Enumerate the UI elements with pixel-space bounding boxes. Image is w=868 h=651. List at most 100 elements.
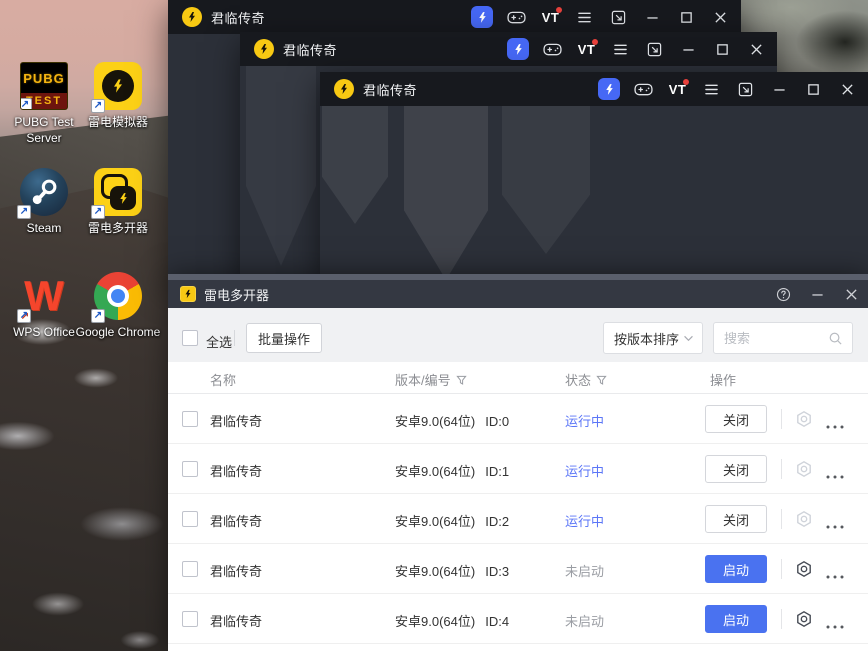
- instance-settings-icon[interactable]: [795, 460, 813, 481]
- emulator-titlebar[interactable]: 君临传奇 VT: [240, 32, 777, 66]
- gamepad-icon[interactable]: [542, 38, 563, 60]
- boost-icon[interactable]: [507, 38, 529, 60]
- manager-titlebar[interactable]: 雷电多开器: [168, 280, 868, 308]
- close-button[interactable]: [837, 78, 858, 100]
- divider: [781, 509, 782, 529]
- desktop-icon-ldplayer[interactable]: ↗ 雷电模拟器: [74, 62, 162, 131]
- menu-icon[interactable]: [701, 78, 722, 100]
- minimize-button[interactable]: [769, 78, 790, 100]
- instance-name: 君临传奇: [210, 514, 263, 529]
- instance-status: 未启动: [565, 564, 605, 579]
- desktop-icon-google-chrome[interactable]: ↗ Google Chrome: [74, 272, 162, 341]
- filter-icon[interactable]: [596, 375, 607, 386]
- boost-icon[interactable]: [471, 6, 493, 28]
- vt-indicator[interactable]: VT: [576, 38, 598, 60]
- instance-version: 安卓9.0(64位) ID:2: [395, 514, 510, 529]
- instance-version: 安卓9.0(64位) ID:0: [395, 414, 510, 429]
- emulator-titlebar[interactable]: 君临传奇 VT: [168, 0, 741, 34]
- maximize-button[interactable]: [803, 78, 824, 100]
- emulator-titlebar[interactable]: 君临传奇 VT: [320, 72, 868, 106]
- search-input[interactable]: [714, 323, 826, 353]
- instance-status: 运行中: [565, 414, 605, 429]
- table-row: 君临传奇 安卓9.0(64位) ID:1 运行中 关闭: [168, 444, 868, 494]
- table-row: 君临传奇 安卓9.0(64位) ID:0 运行中 关闭: [168, 394, 868, 444]
- switch-window-icon[interactable]: [644, 38, 665, 60]
- row-checkbox[interactable]: [182, 411, 198, 427]
- menu-icon[interactable]: [574, 6, 595, 28]
- icon-label: 雷电多开器: [87, 221, 148, 235]
- vt-indicator[interactable]: VT: [540, 6, 562, 28]
- instance-settings-icon[interactable]: [795, 560, 813, 581]
- gamepad-icon[interactable]: [506, 6, 527, 28]
- titlebar-controls: VT: [471, 0, 731, 34]
- instance-status: 运行中: [565, 514, 605, 529]
- divider: [234, 330, 235, 346]
- close-button[interactable]: [842, 285, 860, 303]
- instance-settings-icon[interactable]: [795, 410, 813, 431]
- instance-version: 安卓9.0(64位) ID:1: [395, 464, 510, 479]
- vt-indicator[interactable]: VT: [667, 78, 689, 100]
- instance-more-button[interactable]: [826, 467, 844, 482]
- manager-titlebar-controls: [774, 280, 860, 308]
- search-icon: [829, 332, 842, 345]
- icon-label: Google Chrome: [75, 325, 161, 339]
- menu-icon[interactable]: [610, 38, 631, 60]
- divider: [781, 459, 782, 479]
- window-title: 君临传奇: [211, 10, 266, 26]
- instance-more-button[interactable]: [826, 617, 844, 632]
- instance-more-button[interactable]: [826, 517, 844, 532]
- instance-more-button[interactable]: [826, 567, 844, 582]
- search-box: [713, 322, 853, 354]
- ldplayer-icon: ↗: [91, 62, 142, 113]
- help-button[interactable]: [774, 285, 792, 303]
- desktop-icon-ld-multiplayer[interactable]: ↗ 雷电多开器: [74, 168, 162, 237]
- titlebar-controls: VT: [507, 32, 767, 66]
- minimize-button[interactable]: [642, 6, 663, 28]
- table-row: 君临传奇 安卓9.0(64位) ID:4 未启动 启动: [168, 594, 868, 644]
- select-all-checkbox[interactable]: [182, 330, 198, 346]
- wps-icon: W ↗: [17, 272, 68, 323]
- batch-operations-button[interactable]: 批量操作: [246, 323, 322, 353]
- instance-settings-icon[interactable]: [795, 510, 813, 531]
- header-name: 名称: [210, 373, 237, 388]
- steam-icon: ↗: [17, 168, 68, 219]
- vt-alert-dot: [556, 7, 562, 13]
- shortcut-arrow-icon: ↗: [21, 98, 32, 109]
- shortcut-arrow-icon: ↗: [91, 205, 105, 219]
- instance-action-button[interactable]: 启动: [705, 555, 767, 583]
- instance-action-button[interactable]: 关闭: [705, 455, 767, 483]
- gamepad-icon[interactable]: [633, 78, 654, 100]
- boost-icon[interactable]: [598, 78, 620, 100]
- select-all-label: 全选: [206, 335, 233, 350]
- row-checkbox[interactable]: [182, 511, 198, 527]
- sort-dropdown[interactable]: 按版本排序: [603, 322, 703, 354]
- row-checkbox[interactable]: [182, 561, 198, 577]
- minimize-button[interactable]: [678, 38, 699, 60]
- maximize-button[interactable]: [676, 6, 697, 28]
- instance-action-button[interactable]: 关闭: [705, 405, 767, 433]
- emulator-content: [320, 106, 868, 280]
- chevron-down-icon: [684, 335, 693, 342]
- instance-settings-icon[interactable]: [795, 610, 813, 631]
- instance-more-button[interactable]: [826, 417, 844, 432]
- close-button[interactable]: [710, 6, 731, 28]
- maximize-button[interactable]: [712, 38, 733, 60]
- table-body: 君临传奇 安卓9.0(64位) ID:0 运行中 关闭 君临传奇 安卓9.0(64…: [168, 394, 868, 644]
- minimize-button[interactable]: [808, 285, 826, 303]
- instance-action-button[interactable]: 启动: [705, 605, 767, 633]
- ldplayer-logo-icon: [254, 39, 274, 59]
- filter-icon[interactable]: [455, 375, 467, 386]
- switch-window-icon[interactable]: [735, 78, 756, 100]
- header-status: 状态: [565, 370, 607, 389]
- manager-toolbar: 全选 批量操作 按版本排序: [168, 308, 868, 368]
- multi-instance-manager-window: 雷电多开器 全选 批量操作 按版本排序 名称 版本: [168, 274, 868, 651]
- divider: [781, 559, 782, 579]
- table-row: 君临传奇 安卓9.0(64位) ID:3 未启动 启动: [168, 544, 868, 594]
- header-actions: 操作: [710, 373, 737, 388]
- row-checkbox[interactable]: [182, 611, 198, 627]
- instance-action-button[interactable]: 关闭: [705, 505, 767, 533]
- row-checkbox[interactable]: [182, 461, 198, 477]
- close-button[interactable]: [746, 38, 767, 60]
- instance-table: 名称 版本/编号 状态 操作 君临传奇 安卓9.0(64位) ID:0 运行中 关…: [168, 362, 868, 651]
- switch-window-icon[interactable]: [608, 6, 629, 28]
